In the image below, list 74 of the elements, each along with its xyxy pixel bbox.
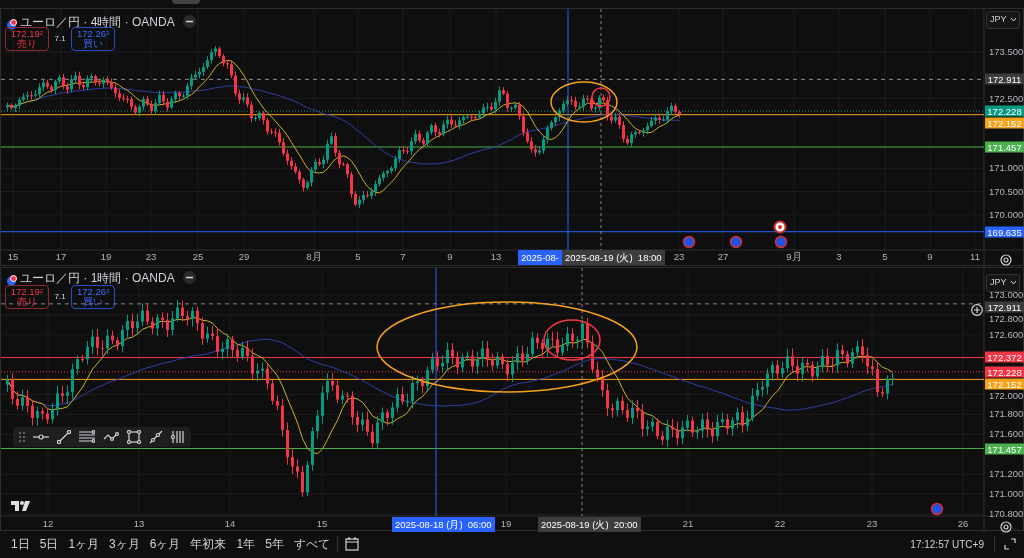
price-tag: 172.228 — [985, 105, 1024, 117]
time-axis-label: 13 — [133, 516, 145, 531]
price-axis-label: 172.000 — [989, 388, 1024, 403]
price-axis-label: 171.000 — [989, 486, 1024, 501]
sell-button[interactable]: 172.19$^{2}$ 売り — [5, 27, 49, 51]
price-axis-label: 173.500 — [989, 44, 1024, 59]
time-axis-label: 3 — [836, 249, 842, 264]
buy-button[interactable]: 172.26$^{3}$ 買い — [71, 27, 116, 51]
time-axis-label: 9 — [927, 249, 933, 264]
range-button[interactable]: 5年 — [262, 533, 287, 555]
price-axis-label: 172.500 — [989, 91, 1024, 106]
time-axis-label: 5 — [355, 249, 361, 264]
time-axis-label: 22 — [774, 516, 786, 531]
price-axis-label: 170.500 — [989, 184, 1024, 199]
price-tag: 172.911 — [985, 301, 1024, 313]
time-axis-label: 12 — [42, 516, 54, 531]
sell-button[interactable]: 172.19$^{2}$ 売り — [5, 285, 49, 309]
price-axis-label: 170.000 — [989, 207, 1024, 222]
time-axis-label: 8月 — [306, 249, 322, 264]
time-axis-label: 15 — [316, 516, 328, 531]
spread-value: 7.1 — [54, 33, 66, 45]
price-axis-label: 171.000 — [989, 161, 1024, 176]
price-tag: 171.457 — [985, 141, 1024, 153]
price-axis-label: 171.200 — [989, 466, 1024, 481]
price-tag: 171.457 — [985, 443, 1024, 454]
time-axis-label: 5 — [882, 249, 888, 264]
chart-title: ユーロ／円 · 4時間 · OANDA — [20, 15, 175, 29]
time-axis-label: 13 — [490, 249, 502, 264]
time-axis-label: 29 — [238, 249, 250, 264]
price-axis-label: 171.800 — [989, 407, 1024, 422]
time-axis-label: 21 — [682, 516, 694, 531]
price-tag: 172.372 — [985, 352, 1024, 363]
price-axis-label: 171.600 — [989, 427, 1024, 442]
time-axis-label: 19 — [100, 249, 112, 264]
range-button[interactable]: 5日 — [36, 533, 62, 555]
price-axis-label: 170.800 — [989, 506, 1024, 521]
range-button[interactable]: 1日 — [8, 533, 33, 555]
price-tag: 172.152 — [985, 378, 1024, 390]
currency-dropdown[interactable]: JPY — [986, 11, 1020, 29]
range-button[interactable]: すべて — [290, 533, 333, 555]
time-axis-label: 26 — [957, 516, 969, 531]
buy-button[interactable]: 172.26$^{3}$ 買い — [71, 285, 116, 309]
time-axis-label: 15 — [7, 249, 19, 264]
price-axis-label: 172.600 — [989, 327, 1024, 342]
time-axis-label: 9 — [447, 249, 453, 264]
spread-value: 7.1 — [54, 291, 66, 303]
crosshair-time-label: 2025-08-19 (火) 20:00 — [538, 517, 641, 532]
time-axis-label: 27 — [717, 249, 729, 264]
chart-title: ユーロ／円 · 1時間 · OANDA — [20, 271, 175, 285]
time-axis-label: 7 — [400, 249, 406, 264]
clock-text: 17:12:57 UTC+9 — [910, 537, 984, 552]
currency-dropdown[interactable]: JPY — [986, 274, 1020, 292]
range-button[interactable]: 1ヶ月 — [65, 533, 103, 555]
crosshair-time-label: 2025-08- — [518, 250, 563, 265]
time-axis-label: 23 — [673, 249, 685, 264]
crosshair-time-label: 2025-08-18 (月) 06:00 — [392, 517, 495, 532]
time-axis-label: 17 — [55, 249, 67, 264]
crosshair-time-label: 2025-08-19 (火) 18:00 — [562, 250, 665, 265]
range-button[interactable]: 年初来 — [187, 533, 230, 555]
time-axis-label: 23 — [145, 249, 157, 264]
time-axis-label: 14 — [224, 516, 236, 531]
range-button[interactable]: 6ヶ月 — [146, 533, 184, 555]
price-tag: 169.635 — [985, 226, 1024, 238]
time-axis-label: 25 — [192, 249, 204, 264]
price-tag: 172.228 — [985, 366, 1024, 378]
time-axis-label: 23 — [866, 516, 878, 531]
time-axis-label: 11 — [970, 249, 980, 264]
price-axis-label: 172.800 — [989, 311, 1024, 326]
range-button[interactable]: 3ヶ月 — [106, 533, 143, 555]
time-axis-label: 9月 — [786, 249, 802, 264]
range-button[interactable]: 1年 — [233, 533, 259, 555]
price-tag: 172.152 — [985, 117, 1024, 129]
price-tag: 172.911 — [985, 73, 1024, 85]
time-axis-label: 19 — [500, 516, 512, 531]
